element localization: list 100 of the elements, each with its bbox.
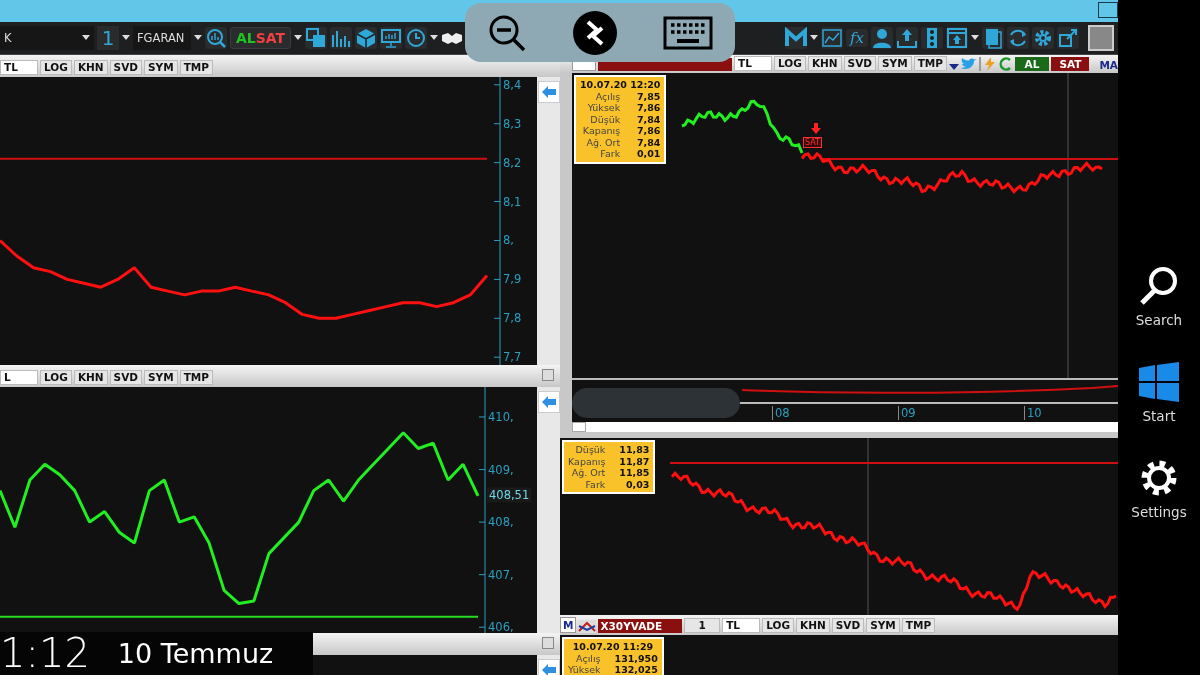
count-field[interactable]: 1 [684, 618, 721, 633]
field-label: Fark [584, 478, 606, 490]
tab-button[interactable]: L [0, 370, 38, 385]
recycle-icon[interactable] [1007, 27, 1029, 49]
caret-icon[interactable] [948, 63, 959, 71]
remote-desktop-icon[interactable] [572, 9, 618, 56]
tab-button[interactable]: TL [734, 56, 772, 71]
tab-button[interactable]: SYM [866, 618, 900, 633]
tab-button[interactable]: TMP [901, 618, 936, 633]
field-value: 11,87 [619, 455, 650, 467]
count-field[interactable]: 1 [97, 26, 119, 50]
axis-label: 7,9 [503, 272, 522, 287]
tab-button[interactable]: LOG [40, 60, 72, 75]
date-time: 10.07.20 12:20 [580, 79, 661, 91]
field-value: 131,950 [614, 652, 658, 664]
charm-button[interactable]: Settings [1131, 458, 1187, 554]
back-button[interactable] [537, 81, 560, 103]
person-icon[interactable] [871, 27, 893, 49]
cube-icon[interactable] [355, 27, 378, 49]
caret-icon[interactable] [122, 35, 130, 41]
function-button[interactable]: fx [846, 29, 868, 47]
axis-label: 406, [488, 620, 514, 633]
tab-button[interactable]: SYM [878, 56, 912, 71]
tab-button[interactable]: SVD [831, 618, 865, 633]
logo-label: M [560, 617, 577, 633]
field-label: Açılış [594, 90, 621, 102]
chart-search-icon[interactable] [205, 27, 227, 49]
tray-upload-icon[interactable] [946, 27, 968, 49]
settings-icon[interactable] [1139, 458, 1179, 498]
m-logo-icon[interactable] [785, 27, 807, 49]
buy-sell-button[interactable]: ALSAT [230, 27, 292, 49]
arrow-left-icon [541, 86, 556, 98]
field-value: 7,86 [636, 125, 661, 137]
field-value: 0,01 [636, 148, 661, 160]
caret-icon[interactable] [971, 35, 979, 41]
symbol-label: X30YVADE [598, 619, 683, 633]
tab-button[interactable]: TMP [179, 370, 213, 385]
tab-button[interactable]: LOG [774, 56, 806, 71]
tab-button[interactable]: KHN [73, 60, 108, 75]
field-value: 132,025 [614, 664, 658, 675]
windows-logo-icon[interactable] [1139, 362, 1179, 402]
windows-icon[interactable] [305, 27, 328, 49]
axis-label: 10 [1024, 406, 1042, 420]
close-icon[interactable] [542, 637, 554, 649]
field-value: 7,84 [636, 113, 661, 125]
arrow-left-icon [541, 396, 556, 408]
axis-label: 8,1 [503, 194, 522, 209]
axis-label: 8,4 [503, 77, 522, 92]
tab-button[interactable]: KHN [796, 618, 830, 633]
charm-button[interactable]: Start [1139, 362, 1179, 458]
tab-button[interactable]: TL [0, 60, 38, 75]
account-dropdown[interactable]: K [0, 26, 94, 50]
minimize-icon[interactable] [1098, 2, 1118, 18]
monitor-icon[interactable] [380, 27, 403, 49]
clock-icon[interactable] [405, 27, 428, 49]
restore-icon[interactable] [1057, 27, 1079, 49]
tab-button[interactable]: KHN [73, 370, 108, 385]
tab-button[interactable]: LOG [762, 618, 795, 633]
tab-button[interactable]: TL [722, 618, 761, 633]
field-value: 0,03 [624, 478, 650, 490]
caret-icon[interactable] [294, 35, 303, 41]
back-button[interactable] [537, 659, 560, 675]
tab-button[interactable]: TMP [913, 56, 947, 71]
field-label: Ağ. Ort [570, 467, 606, 479]
symbol-dropdown[interactable]: FGARAN [133, 26, 191, 50]
axis-label: 08 [772, 406, 790, 420]
line-chart-icon[interactable] [821, 27, 843, 49]
tab-button[interactable]: KHN [807, 56, 842, 71]
tab-button[interactable]: SYM [144, 60, 178, 75]
axis-label: 408, [488, 515, 514, 530]
tab-button[interactable]: MA [1099, 59, 1118, 71]
tab-button[interactable]: SVD [843, 56, 876, 71]
axis-label: 09 [898, 406, 916, 420]
tab-button[interactable]: TMP [179, 60, 213, 75]
buy-button[interactable]: AL [1014, 57, 1050, 71]
field-value: 7,84 [636, 136, 661, 148]
tab-button[interactable]: SVD [109, 60, 142, 75]
charm-button[interactable]: Search [1135, 266, 1183, 362]
sell-button[interactable]: SAT [1051, 57, 1090, 71]
close-icon[interactable] [542, 369, 554, 381]
tab-button[interactable]: SYM [144, 370, 178, 385]
upload-icon[interactable] [896, 27, 918, 49]
axis-label: 8,3 [503, 116, 522, 131]
arrow-left-icon [541, 664, 556, 675]
window-thumbnail[interactable] [1088, 25, 1114, 51]
axis-label: 8,2 [503, 155, 522, 170]
keyboard-icon[interactable] [662, 15, 713, 50]
tab-button[interactable]: LOG [40, 370, 72, 385]
back-button[interactable] [537, 391, 560, 413]
refresh-icon[interactable] [998, 57, 1013, 71]
tab-button[interactable]: SVD [109, 370, 142, 385]
field-label: Açılış [575, 652, 601, 664]
field-label: Kapanış [568, 455, 606, 467]
caret-icon[interactable] [430, 35, 439, 41]
field-value: 11,83 [619, 444, 650, 456]
caret-icon[interactable] [810, 35, 818, 41]
caret-icon[interactable] [194, 35, 202, 41]
search-icon[interactable] [1139, 266, 1179, 306]
caret-icon [82, 35, 90, 41]
axis-label: 8, [503, 233, 514, 248]
